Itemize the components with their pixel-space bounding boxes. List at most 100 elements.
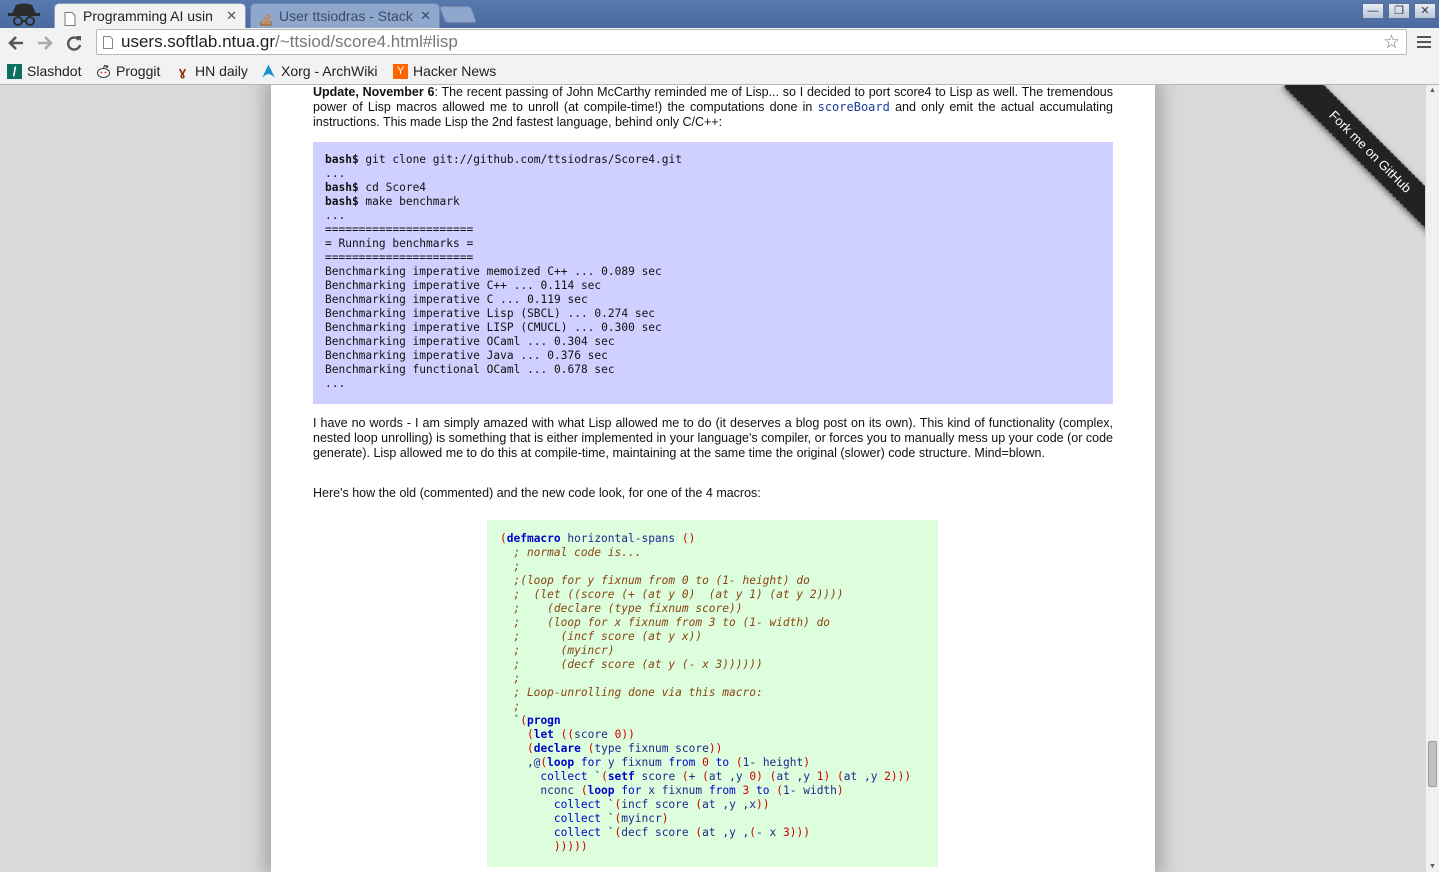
minimize-button[interactable]: — <box>1362 3 1384 19</box>
code-token: at ,y <box>776 770 817 783</box>
restore-button[interactable]: ❐ <box>1388 3 1410 19</box>
scroll-down-icon[interactable]: ▼ <box>1429 863 1436 870</box>
vertical-scrollbar[interactable]: ▲ ▼ <box>1425 85 1439 872</box>
code-token: ; <box>500 700 521 713</box>
stackoverflow-icon <box>260 9 272 26</box>
code-token: to <box>749 784 770 797</box>
bash-line: ... <box>325 209 1101 223</box>
bash-line-text: = Running benchmarks = <box>325 237 474 250</box>
bookmark-archwiki[interactable]: Xorg - ArchWiki <box>261 61 377 81</box>
code-token: ( <box>735 756 743 769</box>
macro-intro-text: Here's how the old (commented) and the n… <box>313 486 761 500</box>
address-bar[interactable]: users.softlab.ntua.gr/~ttsiod/score4.htm… <box>96 29 1407 55</box>
bash-line-text: Benchmarking functional OCaml ... 0.678 … <box>325 363 615 376</box>
code-line: collect `(decf score (at ,y ,(- x 3))) <box>500 826 925 840</box>
bash-line: Benchmarking imperative LISP (CMUCL) ...… <box>325 321 1101 335</box>
hn-daily-icon: ɣ <box>178 64 187 79</box>
page-icon <box>103 36 113 49</box>
scrollbar-thumb[interactable] <box>1428 741 1437 787</box>
code-line: nconc (loop for x fixnum from 3 to (1- w… <box>500 784 925 798</box>
code-token: ; (incf score (at y x)) <box>500 630 703 643</box>
code-token: ( <box>702 770 709 783</box>
code-token: ; (decf score (at y (- x 3)))))) <box>500 658 763 671</box>
code-token: declare <box>533 742 581 755</box>
code-token: ( <box>681 770 689 783</box>
code-line: (defmacro horizontal-spans () <box>500 532 925 546</box>
bookmark-label: HN daily <box>195 63 248 79</box>
bash-line: = Running benchmarks = <box>325 237 1101 251</box>
back-icon[interactable] <box>6 32 26 54</box>
code-token: collect <box>553 798 602 811</box>
tab-stackoverflow-user[interactable]: User ttsiodras - Stack ✕ <box>250 3 440 28</box>
tab-strip: Programming AI usin ✕ User ttsiodras - S… <box>0 0 1439 28</box>
bash-line: Benchmarking imperative memoized C++ ...… <box>325 265 1101 279</box>
archlinux-icon <box>261 64 276 79</box>
code-token: ; <box>500 672 521 685</box>
amazed-text: I have no words - I am simply amazed wit… <box>313 416 1113 460</box>
code-line: ; (decf score (at y (- x 3)))))) <box>500 658 925 672</box>
menu-icon[interactable] <box>1417 36 1431 50</box>
code-token: myincr <box>621 812 662 825</box>
code-token: type fixnum score <box>594 742 709 755</box>
bash-line: ... <box>325 377 1101 391</box>
code-token: score <box>574 728 615 741</box>
code-token: 1- width <box>783 784 837 797</box>
fork-me-on-github-ribbon[interactable]: Fork me on GitHub <box>1283 85 1425 239</box>
code-token: ; (let ((score (+ (at y 0) (at y 1) (at … <box>500 588 844 601</box>
code-line: (declare (type fixnum score)) <box>500 742 925 756</box>
slashdot-icon: / <box>7 64 22 79</box>
code-token: ( <box>520 714 527 727</box>
bookmark-proggit[interactable]: Proggit <box>96 61 160 81</box>
code-token: x fixnum <box>641 784 709 797</box>
bash-line-text: Benchmarking imperative C ... 0.119 sec <box>325 293 588 306</box>
code-token: ; Loop-unrolling done via this macro: <box>500 686 763 699</box>
bookmarks-bar: / Slashdot Proggit ɣ HN daily Xorg - Arc… <box>0 58 1439 85</box>
code-token: ( <box>526 742 534 755</box>
bash-line: Benchmarking imperative OCaml ... 0.304 … <box>325 335 1101 349</box>
amazed-paragraph: I have no words - I am simply amazed wit… <box>313 416 1113 461</box>
code-line: ; (declare (type fixnum score)) <box>500 602 925 616</box>
code-token: defmacro <box>506 532 561 545</box>
close-window-button[interactable]: ✕ <box>1414 3 1436 19</box>
bash-line: bash$ git clone git://github.com/ttsiodr… <box>325 153 1101 167</box>
tab-close-icon[interactable]: ✕ <box>226 4 237 28</box>
code-token: decf score <box>621 826 696 839</box>
new-tab-button[interactable] <box>438 6 478 23</box>
code-line: ))))) <box>500 840 925 854</box>
reload-icon[interactable] <box>64 32 84 54</box>
macro-intro-paragraph: Here's how the old (commented) and the n… <box>313 486 1113 501</box>
tab-close-icon[interactable]: ✕ <box>420 4 431 28</box>
tab-programming-ai[interactable]: Programming AI usin ✕ <box>54 3 246 28</box>
code-token: for <box>574 756 602 769</box>
code-token: ( <box>837 770 844 783</box>
bookmark-hacker-news[interactable]: Y Hacker News <box>393 61 496 81</box>
code-token: 2 <box>884 770 891 783</box>
bash-line: Benchmarking imperative Java ... 0.376 s… <box>325 349 1101 363</box>
bookmark-star-icon[interactable]: ☆ <box>1383 31 1400 54</box>
bookmark-label: Hacker News <box>413 63 497 79</box>
code-token: ))) <box>890 770 912 783</box>
bookmark-slashdot[interactable]: / Slashdot <box>7 61 81 81</box>
code-token: ` <box>500 714 521 727</box>
page-viewport: Update, November 6: The recent passing o… <box>0 85 1425 872</box>
code-line: ; normal code is... <box>500 546 925 560</box>
bookmark-hn-daily[interactable]: ɣ HN daily <box>175 61 248 81</box>
code-token: y fixnum <box>601 756 669 769</box>
forward-icon[interactable] <box>35 32 55 54</box>
bash-line-text: Benchmarking imperative C++ ... 0.114 se… <box>325 279 602 292</box>
bash-line: Benchmarking imperative C++ ... 0.114 se… <box>325 279 1101 293</box>
code-token: incf score <box>621 798 696 811</box>
bash-line: bash$ make benchmark <box>325 195 1101 209</box>
url-host: users.softlab.ntua.gr <box>121 32 276 51</box>
bash-line: ====================== <box>325 251 1101 265</box>
scroll-up-icon[interactable]: ▲ <box>1429 87 1436 94</box>
bash-line-text: cd Score4 <box>358 181 427 194</box>
